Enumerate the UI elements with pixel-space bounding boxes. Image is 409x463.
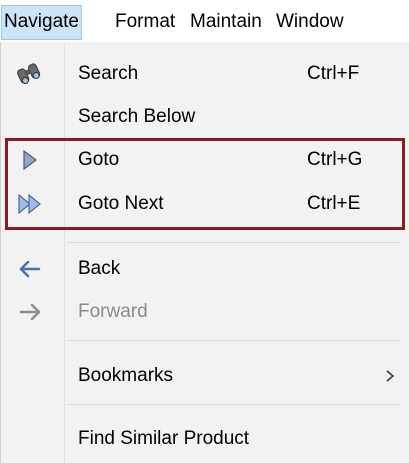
- shortcut-label: Ctrl+G: [307, 149, 363, 170]
- menu-item-goto-next[interactable]: Goto Next Ctrl+E: [1, 184, 409, 224]
- menu-item-search[interactable]: Search Ctrl+F: [1, 54, 409, 94]
- menu-window[interactable]: Window: [274, 6, 346, 38]
- menu-item-back[interactable]: Back: [1, 249, 409, 289]
- menu-item-label: Search Below: [78, 106, 196, 127]
- separator: [67, 404, 401, 405]
- menu-item-bookmarks[interactable]: Bookmarks: [1, 356, 409, 396]
- menu-item-find-similar-product[interactable]: Find Similar Product: [1, 419, 409, 459]
- arrow-right-icon: [15, 298, 45, 326]
- menu-item-label: Find Similar Product: [78, 428, 250, 449]
- navigate-dropdown-menu: Search Ctrl+F Search Below Goto Ctrl+G G…: [0, 42, 409, 463]
- menu-maintain[interactable]: Maintain: [188, 6, 264, 38]
- separator: [67, 242, 401, 243]
- binoculars-icon: [15, 60, 45, 88]
- menu-item-forward[interactable]: Forward: [1, 292, 409, 332]
- play-arrow-icon: [15, 146, 45, 174]
- separator: [67, 340, 401, 341]
- shortcut-label: Ctrl+F: [307, 63, 360, 84]
- menu-item-label: Forward: [78, 301, 148, 322]
- menu-format[interactable]: Format: [113, 6, 177, 38]
- menu-item-label: Goto Next: [78, 193, 164, 214]
- menu-item-label: Bookmarks: [78, 365, 174, 386]
- menu-item-search-below[interactable]: Search Below: [1, 97, 409, 137]
- menu-item-goto[interactable]: Goto Ctrl+G: [1, 140, 409, 180]
- shortcut-label: Ctrl+E: [307, 193, 361, 214]
- menu-item-label: Back: [78, 258, 121, 279]
- menu-navigate[interactable]: Navigate: [1, 5, 82, 40]
- chevron-right-icon: [385, 356, 395, 396]
- menu-bar: Navigate Format Maintain Window: [0, 0, 409, 43]
- menu-item-label: Search: [78, 63, 139, 84]
- arrow-left-icon: [15, 255, 45, 283]
- menu-item-label: Goto: [78, 149, 120, 170]
- double-arrow-icon: [15, 190, 45, 218]
